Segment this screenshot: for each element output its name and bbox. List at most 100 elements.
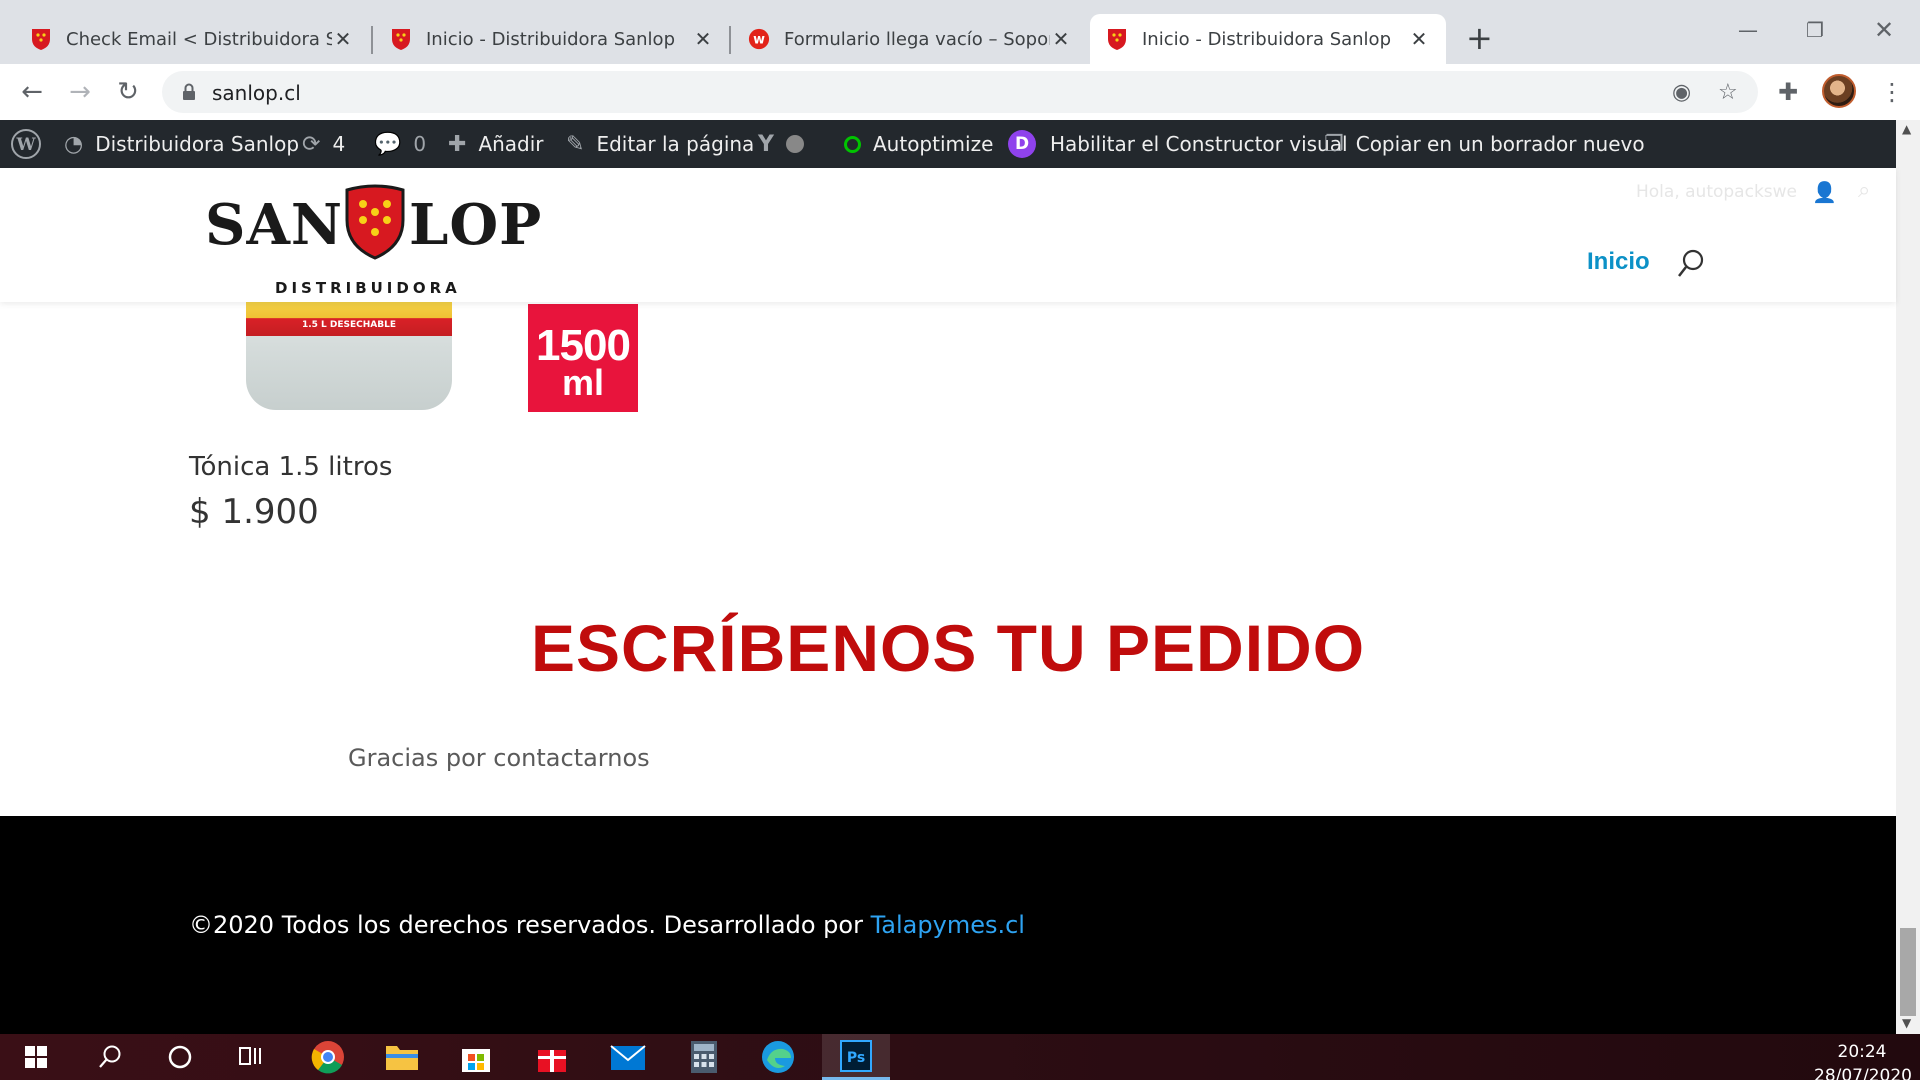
taskbar-edge[interactable] <box>748 1034 808 1080</box>
adminbar-site-name[interactable]: ◔ Distribuidora Sanlop <box>64 120 299 168</box>
sanlop-shield-icon <box>32 29 50 50</box>
product-name[interactable]: Tónica 1.5 litros <box>189 452 392 482</box>
autoptimize-status-icon <box>844 135 861 153</box>
sanlop-shield-icon <box>392 29 410 50</box>
cortana-button[interactable] <box>150 1034 210 1080</box>
menu-dots-icon[interactable]: ⋮ <box>1880 78 1904 106</box>
user-icon[interactable]: 👤 <box>1812 180 1837 204</box>
taskbar-gift-app[interactable] <box>522 1034 582 1080</box>
svg-text:W: W <box>15 135 36 155</box>
logo-subtitle: DISTRIBUIDORA <box>275 279 461 297</box>
taskbar-search[interactable] <box>80 1034 140 1080</box>
duplicate-label: Copiar en un borrador nuevo <box>1355 132 1645 156</box>
windows-taskbar: Ps 20:24 28/07/2020 <box>0 1034 1920 1080</box>
scroll-down-icon[interactable]: ▼ <box>1902 1016 1911 1030</box>
windows-icon <box>25 1046 47 1068</box>
taskbar-file-explorer[interactable] <box>372 1034 432 1080</box>
minimize-icon[interactable]: — <box>1738 18 1758 42</box>
browser-toolbar: ← → ↻ sanlop.cl ◉ ☆ ✚ ⋮ <box>0 64 1920 120</box>
avatar[interactable] <box>1822 74 1856 108</box>
star-icon[interactable]: ☆ <box>1718 80 1738 105</box>
adminbar-comments[interactable]: 💬 0 <box>374 120 426 168</box>
taskbar-photoshop[interactable]: Ps <box>822 1034 890 1080</box>
comment-icon: 💬 <box>374 131 402 157</box>
bottle-label <box>246 300 452 336</box>
edit-page-label: Editar la página <box>596 132 755 156</box>
tab-title: Check Email < Distribuidora Sanlop <box>66 28 332 50</box>
tab-title: Inicio - Distribuidora Sanlop <box>426 28 675 50</box>
calculator-icon <box>691 1041 717 1073</box>
taskbar-store[interactable] <box>446 1034 506 1080</box>
adminbar-visual-builder[interactable]: D Habilitar el Constructor visual <box>1008 120 1348 168</box>
close-icon[interactable]: ✕ <box>1408 27 1430 51</box>
adminbar-edit-page[interactable]: ✎ Editar la página <box>566 120 754 168</box>
menu-item-inicio[interactable]: Inicio <box>1587 248 1650 276</box>
adminbar-yoast[interactable]: Y <box>758 120 804 168</box>
adminbar-autoptimize[interactable]: Autoptimize <box>844 120 993 168</box>
tab-soporte[interactable]: w Formulario llega vacío – Soporte ✕ <box>732 14 1088 64</box>
eye-slash-icon[interactable]: ◉ <box>1672 80 1691 105</box>
task-view-icon <box>239 1047 261 1065</box>
extensions-icon[interactable]: ✚ <box>1778 78 1798 106</box>
restore-icon[interactable]: ❐ <box>1806 18 1824 42</box>
yoast-icon: Y <box>758 131 774 157</box>
task-view-button[interactable] <box>222 1034 282 1080</box>
developer-link[interactable]: Talapymes.cl <box>871 911 1025 939</box>
site-footer: ©2020 Todos los derechos reservados. Des… <box>0 816 1896 1034</box>
tab-inicio-1[interactable]: Inicio - Distribuidora Sanlop ✕ <box>374 14 730 64</box>
wp-admin-bar: W ◔ Distribuidora Sanlop ⟳ 4 💬 0 ✚ Añadi… <box>0 120 1920 168</box>
visual-builder-label: Habilitar el Constructor visual <box>1050 132 1348 156</box>
adminbar-updates[interactable]: ⟳ 4 <box>302 120 345 168</box>
adminbar-duplicate[interactable]: ❐ Copiar en un borrador nuevo <box>1324 120 1645 168</box>
tab-separator <box>729 26 731 54</box>
divi-icon: D <box>1008 130 1036 158</box>
reload-icon[interactable]: ↻ <box>108 76 148 108</box>
product-image[interactable]: 1.5 L DESECHABLE <box>246 300 452 410</box>
product-price: $ 1.900 <box>189 492 319 532</box>
autoptimize-label: Autoptimize <box>873 132 994 156</box>
taskbar-chrome[interactable] <box>298 1034 358 1080</box>
clock-time: 20:24 <box>1837 1042 1887 1062</box>
bottle-label-text: 1.5 L DESECHABLE <box>301 320 397 330</box>
search-icon[interactable] <box>1676 248 1706 280</box>
top-search-icon[interactable]: ⌕ <box>1858 178 1870 203</box>
pencil-icon: ✎ <box>566 131 585 157</box>
taskbar-clock[interactable]: 20:24 28/07/2020 <box>1814 1040 1912 1080</box>
greeting-text[interactable]: Hola, autopackswe <box>1636 182 1797 202</box>
svg-text:w: w <box>753 33 765 48</box>
logo-text-left: SAN <box>205 192 344 258</box>
taskbar-calculator[interactable] <box>674 1034 734 1080</box>
new-tab-icon[interactable]: + <box>1466 22 1493 54</box>
copyright-text: ©2020 Todos los derechos reservados. Des… <box>189 911 871 939</box>
gift-icon <box>538 1050 566 1072</box>
back-icon[interactable]: ← <box>12 76 52 108</box>
start-button[interactable] <box>6 1034 66 1080</box>
scroll-up-icon[interactable]: ▲ <box>1902 122 1911 136</box>
footer-copyright: ©2020 Todos los derechos reservados. Des… <box>189 911 1025 939</box>
logo-text-right: LOP <box>409 192 543 258</box>
chrome-icon <box>311 1041 344 1074</box>
adminbar-add-new[interactable]: ✚ Añadir <box>448 120 544 168</box>
close-icon[interactable]: ✕ <box>332 27 354 51</box>
tab-check-email[interactable]: Check Email < Distribuidora Sanlop ✕ <box>14 14 370 64</box>
url-text[interactable]: sanlop.cl <box>212 81 301 105</box>
plus-icon: ✚ <box>448 131 467 157</box>
updates-icon: ⟳ <box>302 131 321 157</box>
address-bar[interactable]: sanlop.cl ◉ ☆ <box>162 71 1758 113</box>
forward-icon[interactable]: → <box>60 76 100 108</box>
close-window-icon[interactable]: ✕ <box>1874 16 1894 44</box>
browser-tab-strip: Check Email < Distribuidora Sanlop ✕ Ini… <box>0 0 1920 64</box>
search-icon <box>99 1045 121 1068</box>
close-icon[interactable]: ✕ <box>1050 27 1072 51</box>
scrollbar-thumb[interactable] <box>1900 928 1916 1016</box>
page-scrollbar[interactable]: ▲ ▼ <box>1896 120 1920 1034</box>
taskbar-mail[interactable] <box>598 1034 658 1080</box>
wordpress-logo[interactable]: W <box>10 120 42 168</box>
close-icon[interactable]: ✕ <box>692 27 714 51</box>
tab-inicio-active[interactable]: Inicio - Distribuidora Sanlop ✕ <box>1090 14 1446 64</box>
lock-icon <box>183 83 195 100</box>
comments-count: 0 <box>413 132 427 156</box>
tab-title: Inicio - Distribuidora Sanlop <box>1142 28 1391 50</box>
folder-icon <box>386 1046 418 1070</box>
clock-date: 28/07/2020 <box>1814 1066 1912 1080</box>
